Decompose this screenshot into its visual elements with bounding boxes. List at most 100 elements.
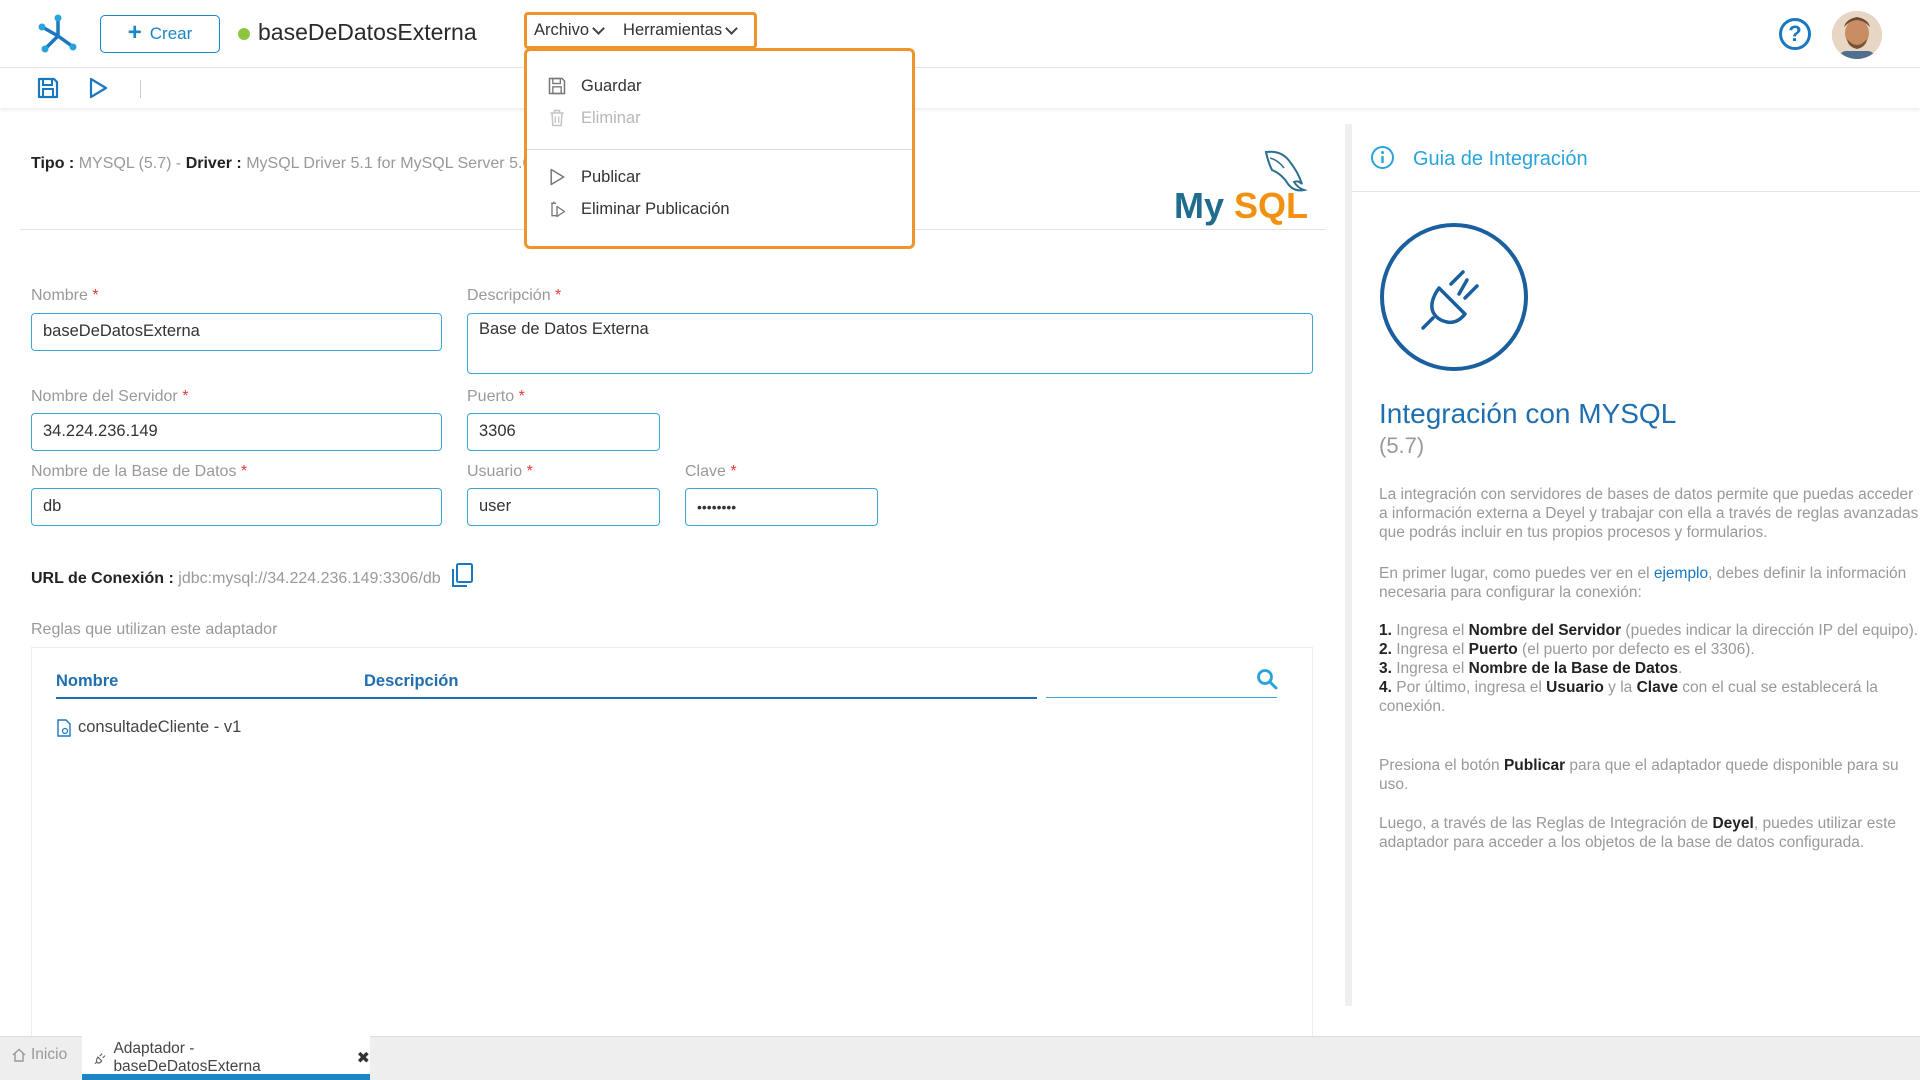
menu-item-eliminar-publicacion-label: Eliminar Publicación: [581, 199, 730, 218]
menu-item-guardar-label: Guardar: [581, 76, 642, 95]
step-text: Por último, ingresa el: [1396, 679, 1547, 696]
rules-search-input[interactable]: [1046, 697, 1277, 698]
step-bold: Nombre del Servidor: [1468, 622, 1622, 639]
required-mark: *: [182, 388, 189, 405]
guide-p2-text-a: En primer lugar, como puedes ver en el: [1379, 565, 1654, 582]
chevron-down-icon: [725, 21, 738, 35]
guide-paragraph-1: La integración con servidores de bases d…: [1379, 486, 1919, 541]
step-number: 4.: [1379, 679, 1392, 696]
base-datos-input[interactable]: db: [31, 488, 442, 526]
adapter-info-line: Tipo : MYSQL (5.7) - Driver : MySQL Driv…: [31, 155, 549, 173]
close-icon[interactable]: ✖: [357, 1048, 370, 1068]
copy-icon[interactable]: [450, 563, 474, 589]
step-number: 1.: [1379, 622, 1392, 639]
menu-divider: [527, 149, 912, 150]
step-text: (el puerto por defecto es el 3306).: [1517, 641, 1755, 658]
usuario-input[interactable]: user: [467, 488, 660, 526]
menu-item-publicar[interactable]: Publicar: [547, 167, 641, 187]
required-mark: *: [240, 463, 248, 480]
column-header-descripcion[interactable]: Descripción: [364, 672, 458, 691]
active-tab-indicator: [82, 1074, 370, 1080]
menu-herramientas[interactable]: Herramientas: [623, 21, 738, 40]
play-icon: [550, 168, 565, 186]
guide-step-4: 4. Por último, ingresa el Usuario y la C…: [1379, 678, 1919, 716]
step-text: y la: [1603, 679, 1637, 696]
puerto-label: Puerto *: [467, 388, 525, 406]
search-icon[interactable]: [1256, 668, 1278, 690]
step-bold: Puerto: [1468, 641, 1518, 658]
menu-item-publicar-label: Publicar: [581, 167, 641, 186]
deyel-logo-icon[interactable]: [36, 12, 80, 54]
integration-title: Integración con MYSQL: [1379, 398, 1677, 429]
url-value: jdbc:mysql://34.224.236.149:3306/db: [178, 570, 441, 587]
user-photo-icon: [1832, 11, 1882, 59]
guide-p4-text-a: Presiona el botón: [1379, 757, 1504, 774]
nombre-label: Nombre *: [31, 287, 99, 305]
nombre-input[interactable]: baseDeDatosExterna: [31, 313, 442, 351]
menu-item-eliminar: Eliminar: [547, 108, 641, 128]
step-number: 3.: [1379, 660, 1392, 677]
step-bold: Nombre de la Base de Datos: [1468, 660, 1678, 677]
usuario-label: Usuario *: [467, 463, 533, 481]
rule-name: consultadeCliente - v1: [78, 718, 242, 736]
plus-icon: +: [127, 19, 142, 46]
mysql-logo-my: My: [1174, 185, 1224, 226]
step-bold: Usuario: [1546, 679, 1604, 696]
descripcion-textarea[interactable]: Base de Datos Externa: [467, 313, 1313, 374]
rule-file-icon: [57, 718, 71, 737]
guide-title: Guia de Integración: [1413, 148, 1588, 170]
guide-paragraph-4: Presiona el botón Publicar para que el a…: [1379, 756, 1919, 794]
save-icon[interactable]: [36, 76, 60, 100]
page-title: baseDeDatosExterna: [258, 19, 477, 45]
url-label: URL de Conexión :: [31, 570, 174, 587]
nombre-label-text: Nombre: [31, 287, 88, 304]
driver-label: Driver :: [185, 155, 242, 172]
help-icon[interactable]: ?: [1779, 18, 1811, 50]
base-label: Nombre de la Base de Datos *: [31, 463, 247, 481]
avatar[interactable]: [1832, 11, 1882, 59]
toolbar: [0, 68, 1920, 108]
required-mark: *: [526, 463, 533, 480]
menu-archivo-label: Archivo: [534, 21, 590, 39]
usuario-label-text: Usuario: [467, 463, 523, 480]
menu-item-eliminar-publicacion[interactable]: Eliminar Publicación: [547, 199, 730, 219]
tipo-label: Tipo :: [31, 155, 75, 172]
guide-p4-bold: Publicar: [1503, 757, 1566, 774]
plug-icon: [1380, 223, 1528, 371]
servidor-label-text: Nombre del Servidor: [31, 388, 178, 405]
archivo-dropdown-menu: Guardar Eliminar Publicar Eliminar Publi…: [524, 48, 915, 249]
driver-value: MySQL Driver 5.1 for MySQL Server 5.6, 5: [246, 155, 550, 172]
menu-herramientas-label: Herramientas: [623, 21, 723, 39]
menu-item-guardar[interactable]: Guardar: [547, 76, 642, 96]
tab-inicio-label: Inicio: [31, 1046, 68, 1063]
table-row[interactable]: consultadeCliente - v1: [56, 718, 241, 737]
menu-archivo[interactable]: Archivo: [534, 21, 605, 40]
servidor-label: Nombre del Servidor *: [31, 388, 188, 406]
panel-divider: [1345, 124, 1352, 1006]
step-text: (puedes indicar la dirección IP del equi…: [1621, 622, 1919, 639]
tab-inicio[interactable]: Inicio: [12, 1046, 67, 1064]
guide-paragraph-2: En primer lugar, como puedes ver en el e…: [1379, 564, 1919, 602]
required-mark: *: [555, 287, 562, 304]
connection-url: URL de Conexión : jdbc:mysql://34.224.23…: [31, 570, 441, 588]
tab-adaptador-label: Adaptador - baseDeDatosExterna: [113, 1040, 261, 1075]
create-button[interactable]: + Crear: [100, 15, 220, 53]
clave-input[interactable]: ••••••••: [685, 488, 878, 526]
guide-steps: 1. Ingresa el Nombre del Servidor (puede…: [1379, 621, 1919, 716]
ejemplo-link[interactable]: ejemplo: [1654, 565, 1708, 582]
guide-step-3: 3. Ingresa el Nombre de la Base de Datos…: [1379, 659, 1919, 678]
puerto-input[interactable]: 3306: [467, 413, 660, 451]
menu-item-eliminar-label: Eliminar: [581, 108, 641, 127]
play-icon[interactable]: [86, 76, 110, 100]
step-text: Ingresa el: [1396, 641, 1469, 658]
create-button-label: Crear: [149, 24, 193, 43]
unpublish-icon: [551, 201, 566, 218]
step-number: 2.: [1379, 641, 1392, 658]
plug-icon: [94, 1053, 106, 1065]
step-text: .: [1677, 660, 1683, 677]
servidor-input[interactable]: 34.224.236.149: [31, 413, 442, 451]
column-header-nombre[interactable]: Nombre: [56, 672, 118, 691]
required-mark: *: [518, 388, 525, 405]
integration-version: (5.7): [1379, 433, 1425, 458]
guide-p5-text-a: Luego, a través de las Reglas de Integra…: [1379, 815, 1713, 832]
